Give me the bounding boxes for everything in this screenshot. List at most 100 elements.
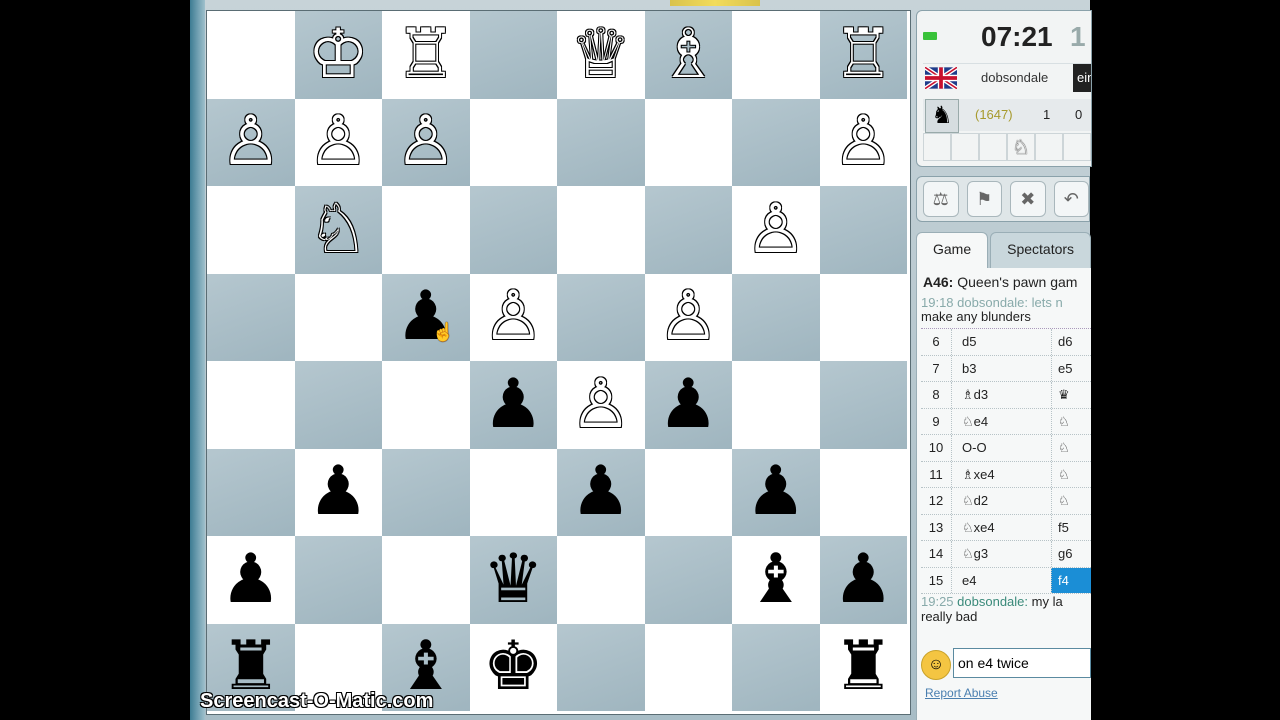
square-d5[interactable]: ♙ [469, 273, 557, 361]
white-pawn-icon[interactable]: ♙ [220, 108, 281, 176]
black-pawn-icon[interactable]: ♟ [745, 458, 806, 526]
square-b7[interactable]: ♙ [294, 98, 382, 186]
square-a5[interactable] [207, 273, 295, 361]
square-h2[interactable]: ♟ [819, 536, 907, 624]
opponent-name[interactable]: ein [1073, 64, 1091, 92]
black-queen-icon[interactable]: ♛ [483, 545, 544, 614]
square-e1[interactable] [557, 623, 645, 711]
move-row[interactable]: 12 ♘d2 ♘ [921, 488, 1091, 515]
white-pawn-icon[interactable]: ♙ [483, 283, 544, 351]
square-f3[interactable] [644, 448, 732, 536]
square-g7[interactable] [732, 98, 820, 186]
square-f6[interactable] [644, 186, 732, 274]
white-pawn-icon[interactable]: ♙ [658, 283, 719, 351]
white-pawn-icon[interactable]: ♙ [833, 108, 894, 176]
square-e4[interactable]: ♙ [557, 361, 645, 449]
square-b6[interactable]: ♘ [294, 186, 382, 274]
square-c6[interactable] [382, 186, 470, 274]
white-pawn-icon[interactable]: ♙ [570, 370, 631, 439]
black-pawn-icon[interactable]: ♟ [833, 545, 894, 614]
move-row[interactable]: 13 ♘xe4 f5 [921, 514, 1091, 541]
white-queen-icon[interactable]: ♕ [570, 20, 631, 89]
square-d8[interactable] [469, 11, 557, 99]
move-row[interactable]: 8 ♗d3 ♛ [921, 382, 1091, 409]
black-pawn-icon[interactable]: ♟ [570, 458, 631, 526]
square-f5[interactable]: ♙ [644, 273, 732, 361]
move-row[interactable]: 11 ♗xe4 ♘ [921, 461, 1091, 488]
square-h4[interactable] [819, 361, 907, 449]
square-b4[interactable] [294, 361, 382, 449]
offer-draw-button[interactable]: ⚖ [923, 181, 959, 217]
square-c5[interactable]: ♟ [382, 273, 470, 361]
white-move[interactable]: d5 [951, 329, 1051, 355]
chat-input[interactable]: on e4 twice [953, 648, 1091, 678]
square-h1[interactable]: ♜ [819, 623, 907, 711]
square-b8[interactable]: ♔ [294, 11, 382, 99]
square-h7[interactable]: ♙ [819, 98, 907, 186]
white-move[interactable]: O-O [951, 435, 1051, 461]
black-pawn-icon[interactable]: ♟ [658, 370, 719, 439]
square-g5[interactable] [732, 273, 820, 361]
abort-button[interactable]: ✖ [1010, 181, 1046, 217]
square-c8[interactable]: ♖ [382, 11, 470, 99]
square-d3[interactable] [469, 448, 557, 536]
square-e7[interactable] [557, 98, 645, 186]
black-move[interactable]: ♘ [1051, 408, 1091, 434]
square-a6[interactable] [207, 186, 295, 274]
move-row[interactable]: 14 ♘g3 g6 [921, 541, 1091, 568]
square-a8[interactable] [207, 11, 295, 99]
square-h8[interactable]: ♖ [819, 11, 907, 99]
white-rook-icon[interactable]: ♖ [833, 20, 894, 89]
square-c2[interactable] [382, 536, 470, 624]
undo-button[interactable]: ↶ [1053, 181, 1089, 217]
square-e6[interactable] [557, 186, 645, 274]
black-move[interactable]: d6 [1051, 329, 1091, 355]
tab-game[interactable]: Game [916, 232, 989, 268]
black-move[interactable]: f5 [1051, 514, 1091, 540]
square-a3[interactable] [207, 448, 295, 536]
square-c4[interactable] [382, 361, 470, 449]
square-f7[interactable] [644, 98, 732, 186]
white-pawn-icon[interactable]: ♙ [308, 108, 369, 176]
move-row[interactable]: 6 d5 d6 [921, 329, 1091, 356]
tab-spectators[interactable]: Spectators [990, 232, 1092, 268]
move-row[interactable]: 7 b3 e5 [921, 355, 1091, 382]
white-move[interactable]: b3 [951, 355, 1051, 381]
square-b2[interactable] [294, 536, 382, 624]
white-pawn-icon[interactable]: ♙ [395, 108, 456, 176]
white-bishop-icon[interactable]: ♗ [658, 20, 719, 89]
square-f8[interactable]: ♗ [644, 11, 732, 99]
square-d4[interactable]: ♟ [469, 361, 557, 449]
white-move[interactable]: ♘e4 [951, 408, 1051, 434]
resign-button[interactable]: ⚑ [966, 181, 1002, 217]
square-g2[interactable]: ♝ [732, 536, 820, 624]
square-d6[interactable] [469, 186, 557, 274]
square-g6[interactable]: ♙ [732, 186, 820, 274]
black-move[interactable]: ♘ [1051, 435, 1091, 461]
black-pawn-icon[interactable]: ♟ [220, 545, 281, 614]
square-c7[interactable]: ♙ [382, 98, 470, 186]
black-rook-icon[interactable]: ♜ [833, 633, 894, 701]
square-g4[interactable] [732, 361, 820, 449]
black-bishop-icon[interactable]: ♝ [745, 545, 806, 614]
square-a4[interactable] [207, 361, 295, 449]
white-king-icon[interactable]: ♔ [308, 20, 369, 89]
square-b3[interactable]: ♟ [294, 448, 382, 536]
square-e5[interactable] [557, 273, 645, 361]
black-pawn-icon[interactable]: ♟ [308, 458, 369, 526]
square-d7[interactable] [469, 98, 557, 186]
move-row[interactable]: 9 ♘e4 ♘ [921, 408, 1091, 435]
report-abuse-link[interactable]: Report Abuse [925, 686, 998, 700]
square-h3[interactable] [819, 448, 907, 536]
white-move[interactable]: ♘d2 [951, 488, 1051, 514]
move-row[interactable]: 15 e4 f4 [921, 567, 1091, 594]
black-move[interactable]: ♛ [1051, 382, 1091, 408]
white-move[interactable]: ♗xe4 [951, 461, 1051, 487]
square-b5[interactable] [294, 273, 382, 361]
black-move[interactable]: g6 [1051, 541, 1091, 567]
square-e8[interactable]: ♕ [557, 11, 645, 99]
black-move[interactable]: e5 [1051, 355, 1091, 381]
white-move[interactable]: e4 [951, 567, 1051, 593]
black-move[interactable]: ♘ [1051, 488, 1091, 514]
black-move[interactable]: f4 [1051, 567, 1091, 593]
